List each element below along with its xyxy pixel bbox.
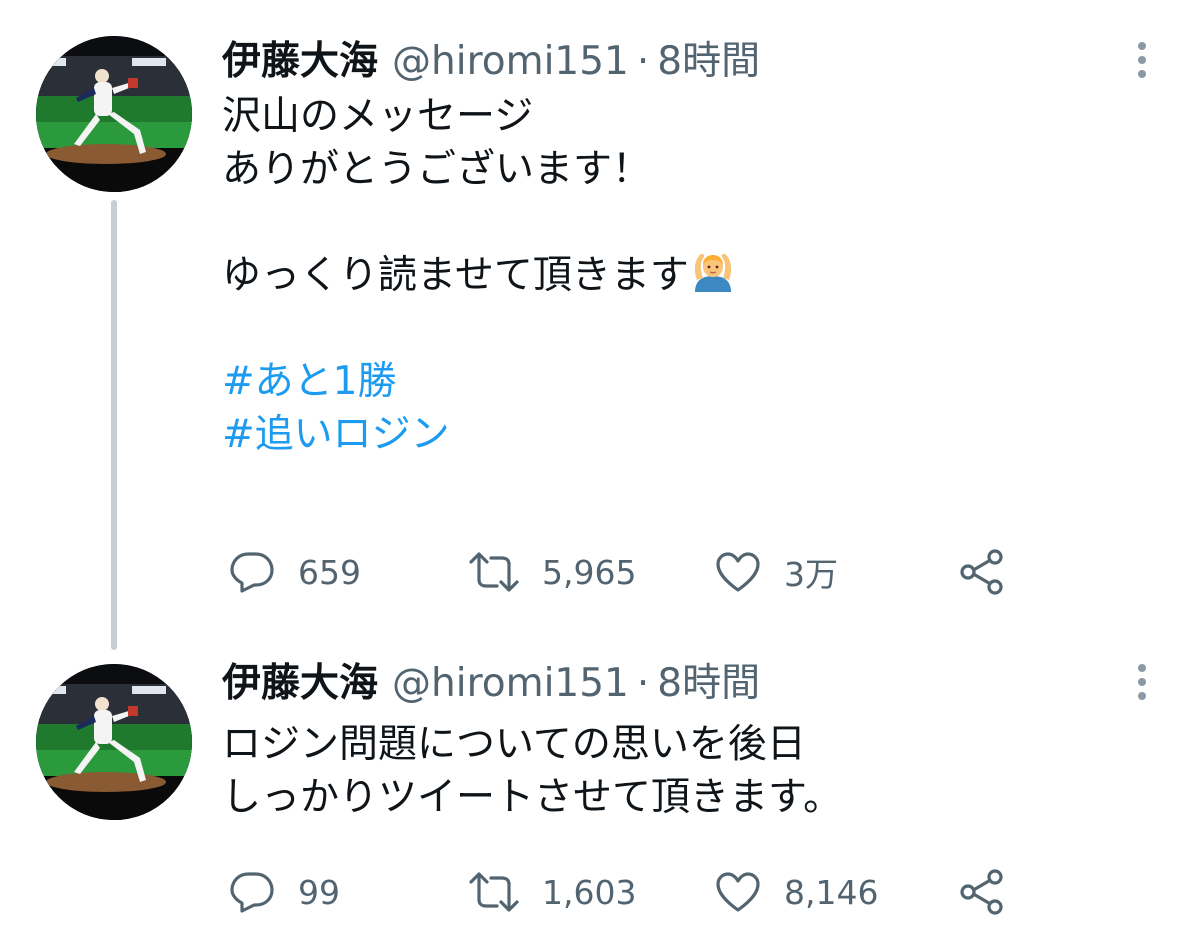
like-button[interactable]: 8,146 — [714, 864, 878, 920]
tweet-text: 沢山のメッセージ ありがとうございます！ ゆっくり読ませて頂きます #あと1勝 … — [222, 90, 1122, 461]
more-vertical-icon — [1138, 42, 1146, 78]
author-handle[interactable]: @hiromi151 — [392, 39, 629, 84]
hashtag-link[interactable]: #追いロジン — [222, 412, 450, 457]
tweet-timestamp[interactable]: 8時間 — [657, 661, 760, 706]
share-icon — [960, 549, 1003, 595]
thread-connector-line — [111, 200, 117, 650]
tweet[interactable]: 伊藤大海 @hiromi151 · 8時間 沢山のメッセージ ありがとうございます！ … — [0, 0, 1200, 650]
tweet-text-line: 沢山のメッセージ — [222, 94, 534, 139]
like-button[interactable]: 3万 — [714, 544, 838, 600]
reply-icon — [230, 552, 274, 593]
tweet-timestamp[interactable]: 8時間 — [657, 39, 760, 84]
tweet-text-line: ありがとうございます！ — [222, 147, 652, 192]
author-name[interactable]: 伊藤大海 — [222, 39, 378, 84]
tweet-text-line: ロジン問題についての思いを後日 — [222, 722, 806, 767]
like-count: 3万 — [784, 555, 838, 594]
reply-button[interactable]: 99 — [228, 864, 340, 920]
separator-dot: · — [636, 661, 650, 706]
tweet-text-segment: ゆっくり読ませて頂きます — [222, 253, 689, 298]
more-options-button[interactable] — [1122, 662, 1162, 702]
avatar[interactable] — [36, 664, 192, 820]
tweet-header: 伊藤大海 @hiromi151 · 8時間 — [222, 34, 760, 90]
heart-icon — [716, 552, 760, 592]
more-vertical-icon — [1138, 664, 1146, 700]
like-count: 8,146 — [784, 872, 879, 912]
tweet-actions: 99 1,603 8,146 — [222, 864, 1122, 920]
retweet-icon — [469, 872, 519, 912]
hashtag-link[interactable]: #あと1勝 — [222, 359, 397, 404]
retweet-icon — [469, 552, 519, 592]
retweet-count: 1,603 — [542, 872, 637, 912]
tweet-text-line: しっかりツイートさせて頂きます。 — [222, 775, 843, 820]
tweet-actions: 659 5,965 3万 — [222, 544, 1122, 600]
tweet-text-line: #追いロジン — [222, 408, 1122, 461]
separator-dot: · — [636, 39, 650, 84]
tweet-text-line: #あと1勝 — [222, 355, 1122, 408]
retweet-button[interactable]: 5,965 — [468, 544, 636, 600]
tweet-text-line: ゆっくり読ませて頂きます — [222, 249, 1122, 302]
reply-button[interactable]: 659 — [228, 544, 361, 600]
tweet-header: 伊藤大海 @hiromi151 · 8時間 — [222, 656, 760, 712]
avatar[interactable] — [36, 36, 192, 192]
person-gesturing-ok-emoji — [691, 250, 735, 294]
retweet-count: 5,965 — [542, 552, 637, 592]
reply-count: 659 — [298, 552, 361, 592]
author-handle[interactable]: @hiromi151 — [392, 661, 629, 706]
retweet-button[interactable]: 1,603 — [468, 864, 636, 920]
tweet[interactable]: 伊藤大海 @hiromi151 · 8時間 ロジン問題についての思いを後日 しっかりツ… — [0, 640, 1200, 931]
heart-icon — [716, 872, 760, 912]
more-options-button[interactable] — [1122, 40, 1162, 80]
share-button[interactable] — [958, 864, 1006, 920]
share-button[interactable] — [958, 544, 1006, 600]
reply-count: 99 — [298, 872, 340, 912]
share-icon — [960, 869, 1003, 915]
reply-icon — [230, 872, 274, 913]
author-name[interactable]: 伊藤大海 — [222, 661, 378, 706]
tweet-text: ロジン問題についての思いを後日 しっかりツイートさせて頂きます。 — [222, 718, 1122, 824]
